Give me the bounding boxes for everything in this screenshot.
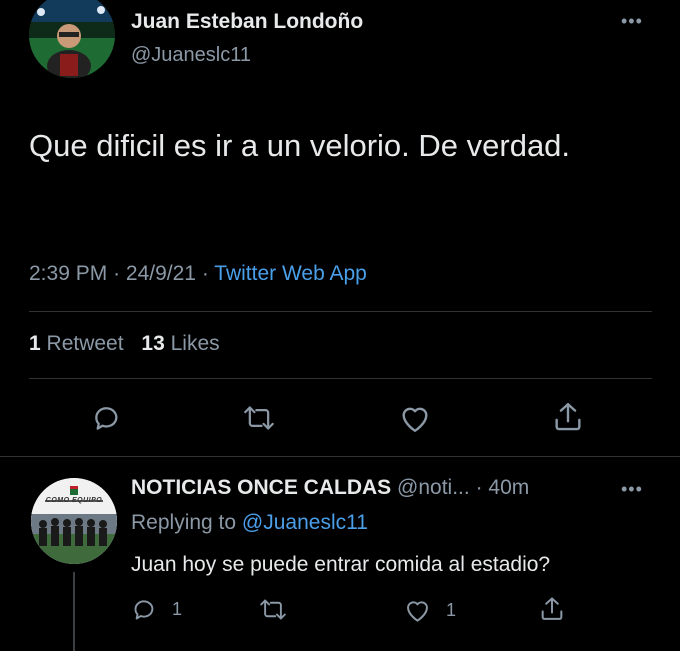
likes-label: Likes xyxy=(170,332,220,355)
avatar-caption: COMO EQUIPO xyxy=(45,497,103,504)
retweet-button[interactable] xyxy=(242,402,276,434)
like-button[interactable] xyxy=(398,402,432,434)
meta-separator: · xyxy=(201,262,209,285)
meta-separator: · xyxy=(475,476,483,499)
replying-prefix: Replying to xyxy=(131,511,237,534)
retweet-icon xyxy=(244,406,274,430)
retweet-icon xyxy=(260,599,286,620)
divider xyxy=(0,456,680,457)
likes-stat[interactable]: 13 Likes xyxy=(141,332,219,355)
reply-button[interactable] xyxy=(91,402,123,434)
reply-more-options-icon[interactable]: ••• xyxy=(621,480,643,498)
reply-author-avatar[interactable] xyxy=(31,478,117,564)
reply-reply-count: 1 xyxy=(172,599,183,619)
reply-retweet-button[interactable] xyxy=(258,596,288,623)
reply-reply-button[interactable]: 1 xyxy=(131,596,182,623)
more-options-icon[interactable]: ••• xyxy=(621,12,643,30)
replying-to: Replying to @Juaneslc11 xyxy=(131,511,368,535)
reply-author-handle[interactable]: @noti... xyxy=(397,476,470,499)
reply-share-button[interactable] xyxy=(538,595,566,623)
thread-line xyxy=(73,572,75,651)
reply-author-name[interactable]: NOTICIAS ONCE CALDAS xyxy=(131,476,391,499)
retweets-count: 1 xyxy=(29,332,41,355)
author-name[interactable]: Juan Esteban Londoño xyxy=(131,10,363,34)
tweet-date[interactable]: 24/9/21 xyxy=(126,262,196,285)
reply-text: Juan hoy se puede entrar comida al estad… xyxy=(131,553,551,576)
reply-like-count: 1 xyxy=(446,599,457,620)
tweet-meta: 2:39 PM · 24/9/21 · Twitter Web App xyxy=(29,262,367,286)
likes-count: 13 xyxy=(141,332,165,355)
replying-to-handle[interactable]: @Juaneslc11 xyxy=(242,511,368,534)
tweet-time: 2:39 PM xyxy=(29,262,108,285)
author-handle[interactable]: @Juaneslc11 xyxy=(131,44,251,67)
share-icon xyxy=(555,403,581,431)
reply-time[interactable]: 40m xyxy=(488,476,529,499)
share-button[interactable] xyxy=(551,400,585,434)
retweets-stat[interactable]: 1 Retweet xyxy=(29,332,129,355)
meta-separator: · xyxy=(113,262,121,285)
tweet-text: Que dificil es ir a un velorio. De verda… xyxy=(29,128,571,163)
author-avatar[interactable] xyxy=(29,0,115,78)
heart-icon xyxy=(402,407,428,432)
reply-icon xyxy=(134,600,154,620)
retweets-label: Retweet xyxy=(46,332,124,355)
author-avatar-photo xyxy=(29,0,115,78)
reply-header: NOTICIAS ONCE CALDAS @noti... · 40m xyxy=(131,476,529,500)
reply-avatar-photo xyxy=(31,478,117,564)
divider xyxy=(29,378,652,379)
tweet-source-link[interactable]: Twitter Web App xyxy=(214,262,367,285)
share-icon xyxy=(541,597,563,620)
reply-icon xyxy=(95,407,118,430)
reply-like-button[interactable]: 1 xyxy=(403,597,456,623)
tweet-stats: 1 Retweet 13 Likes xyxy=(29,332,220,356)
heart-icon xyxy=(407,601,428,622)
divider xyxy=(29,311,652,312)
